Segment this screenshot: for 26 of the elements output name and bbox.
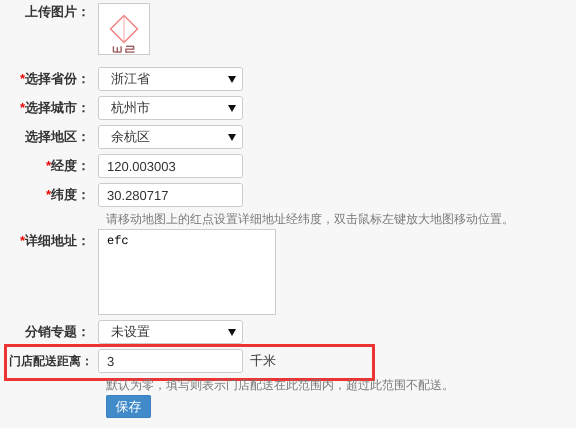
input-field[interactable]: 30.280717 — [98, 183, 243, 207]
hint-text: 默认为零，填写则表示门店配送在此范围内，超过此范围不配送。 — [106, 379, 455, 391]
caret-icon — [228, 104, 236, 112]
select-field[interactable]: 浙江省 — [98, 67, 243, 91]
field-label: *选择省份： — [20, 70, 90, 88]
field-label: *纬度： — [46, 186, 90, 204]
unit-label: 千米 — [250, 352, 276, 370]
field-label: 门店配送距离： — [9, 353, 93, 370]
hint-text: 请移动地图上的红点设置详细地址经纬度，双击鼠标左键放大地图移动位置。 — [106, 213, 515, 225]
caret-icon — [228, 328, 236, 336]
upload-label: 上传图片： — [25, 3, 90, 21]
field-label: *选择城市： — [20, 99, 90, 117]
caret-icon — [228, 134, 236, 140]
save-button[interactable]: 保存 — [106, 395, 151, 418]
caret-icon — [228, 76, 236, 82]
input-field[interactable]: 3 — [98, 349, 243, 373]
address-field[interactable]: efc — [98, 229, 276, 315]
select-field[interactable]: 余杭区 — [98, 125, 243, 149]
field-label: 选择地区： — [25, 128, 90, 146]
input-field[interactable]: 120.003003 — [98, 154, 243, 178]
select-field[interactable]: 未设置 — [98, 320, 243, 344]
field-label: *经度： — [46, 157, 90, 175]
field-label: *详细地址： — [20, 232, 90, 250]
select-field[interactable]: 杭州市 — [98, 96, 243, 120]
field-label: 分销专题： — [25, 323, 90, 341]
logo-image[interactable] — [98, 3, 150, 55]
